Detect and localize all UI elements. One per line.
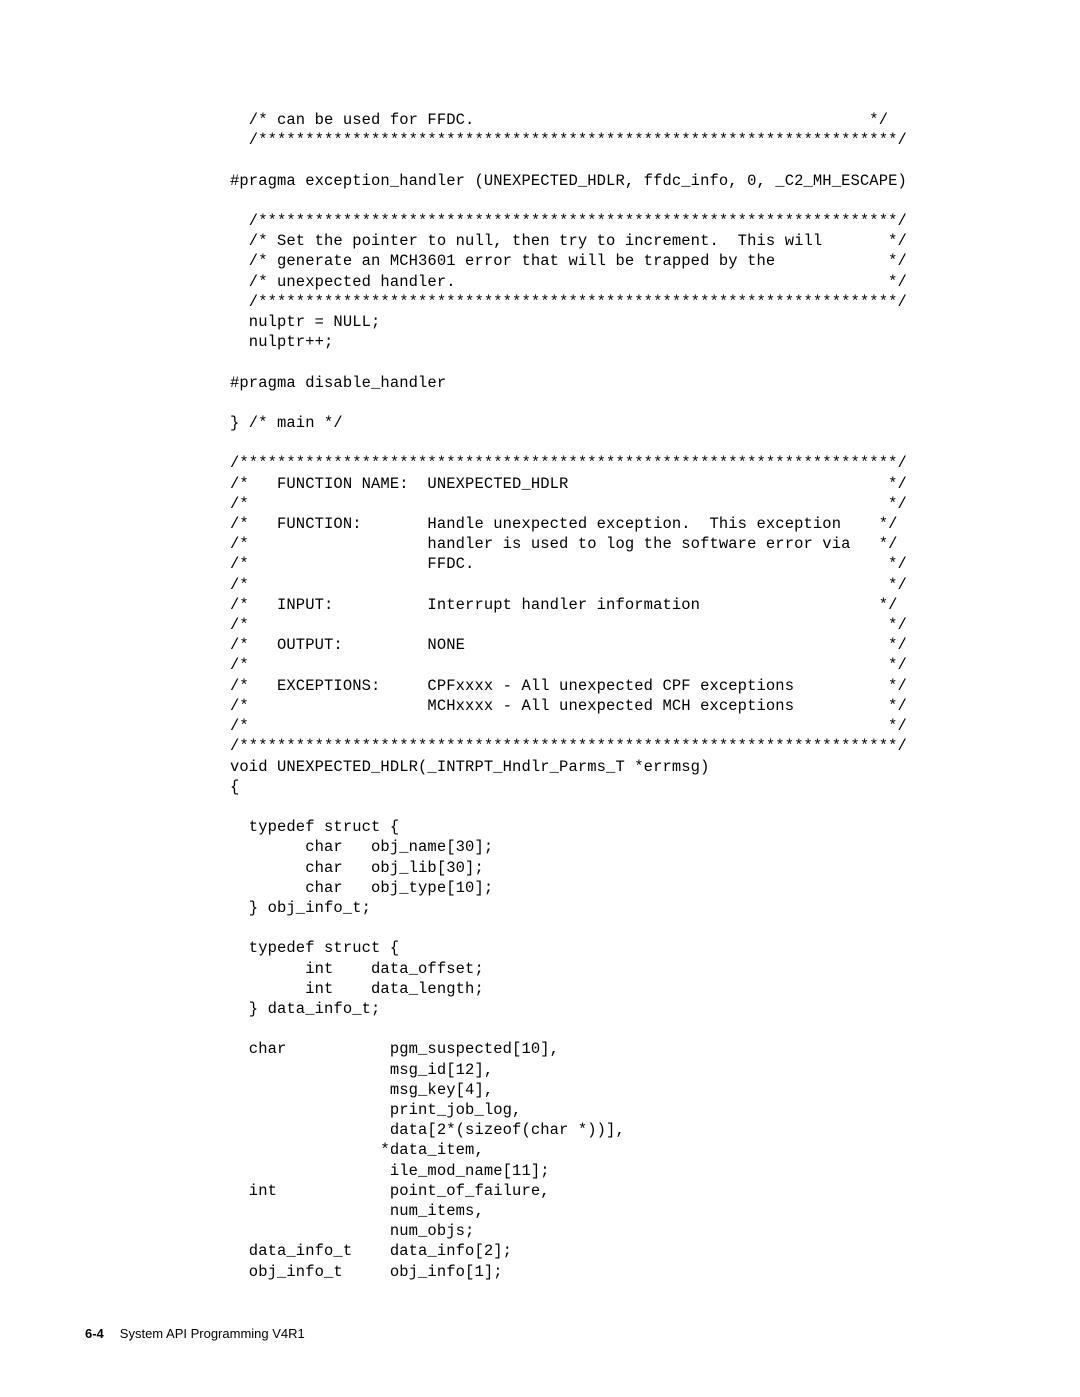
code-block: /* can be used for FFDC. */ /***********…	[230, 110, 965, 1282]
page-footer: 6-4 System API Programming V4R1	[85, 1326, 305, 1341]
page: /* can be used for FFDC. */ /***********…	[0, 0, 1080, 1397]
page-number: 6-4	[85, 1326, 104, 1341]
footer-title: System API Programming V4R1	[120, 1326, 305, 1341]
